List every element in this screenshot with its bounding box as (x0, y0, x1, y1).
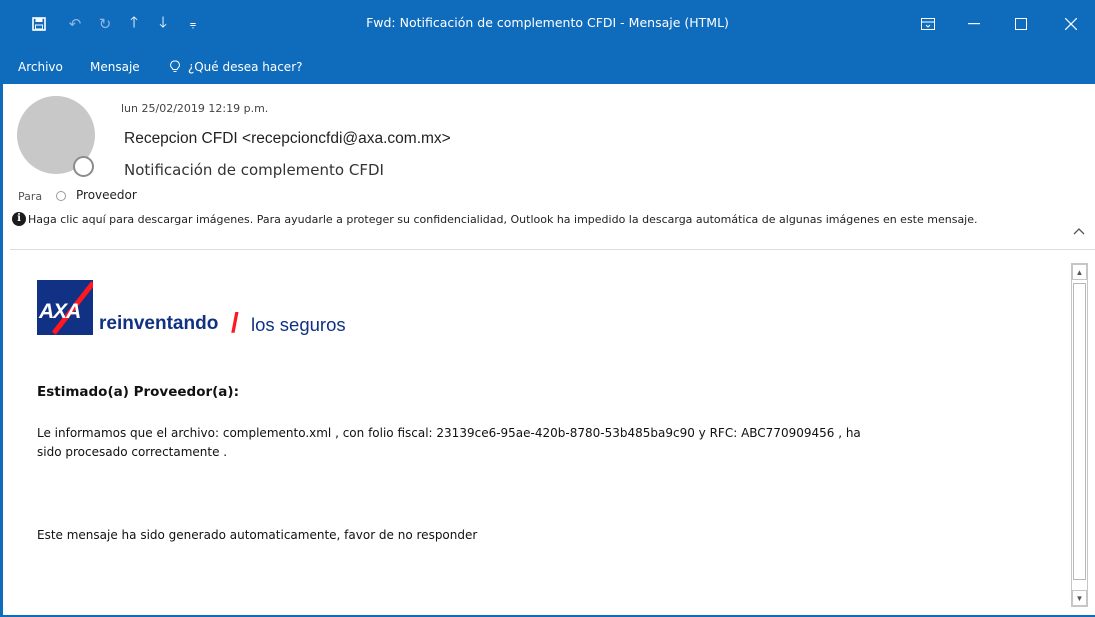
auto-generated-note: Este mensaje ha sido generado automatica… (37, 528, 478, 542)
body-paragraph-line-2: sido procesado correctamente . (37, 445, 228, 459)
minimize-button[interactable] (951, 8, 997, 40)
logo-brand: AXA (39, 300, 81, 323)
menu-bar: Archivo Mensaje ¿Qué desea hacer? (0, 50, 1095, 84)
greeting: Estimado(a) Proveedor(a): (37, 384, 239, 400)
scroll-down-icon[interactable]: ▼ (1072, 590, 1087, 606)
download-images-infobar[interactable]: Haga clic aquí para descargar imágenes. … (28, 213, 1038, 226)
presence-status-icon (73, 156, 94, 177)
recipient-name[interactable]: Proveedor (76, 188, 137, 202)
scroll-thumb[interactable] (1073, 283, 1086, 580)
lightbulb-icon (170, 60, 184, 74)
close-button[interactable] (1048, 8, 1094, 40)
tagline-slash: / (231, 307, 239, 338)
axa-logo: AXA (37, 280, 93, 335)
tell-me-box[interactable]: ¿Qué desea hacer? (170, 60, 303, 74)
tell-me-label: ¿Qué desea hacer? (187, 60, 303, 74)
tagline-light: los seguros (251, 314, 346, 335)
menu-mensaje[interactable]: Mensaje (90, 60, 140, 74)
collapse-header-icon[interactable] (1073, 222, 1085, 238)
ribbon-display-options-icon[interactable] (905, 8, 951, 40)
window-left-border (0, 84, 3, 617)
scroll-up-icon[interactable]: ▲ (1072, 264, 1087, 280)
vertical-scrollbar[interactable]: ▲ ▼ (1071, 263, 1088, 607)
recipient-presence-icon (56, 191, 66, 201)
menu-archivo[interactable]: Archivo (18, 60, 63, 74)
header-separator (10, 249, 1095, 250)
message-subject: Notificación de complemento CFDI (124, 161, 384, 179)
info-icon: i (12, 212, 26, 226)
maximize-button[interactable] (998, 8, 1044, 40)
body-paragraph-line-1: Le informamos que el archivo: complement… (37, 426, 861, 440)
sender[interactable]: Recepcion CFDI <recepcioncfdi@axa.com.mx… (124, 130, 451, 148)
to-label: Para (18, 190, 43, 203)
tagline-bold: reinventando (99, 313, 219, 334)
sent-date: lun 25/02/2019 12:19 p.m. (121, 102, 269, 115)
title-bar: ↶ ↻ 🡑 🡓 ⩦ Fwd: Notificación de complemen… (0, 0, 1095, 50)
